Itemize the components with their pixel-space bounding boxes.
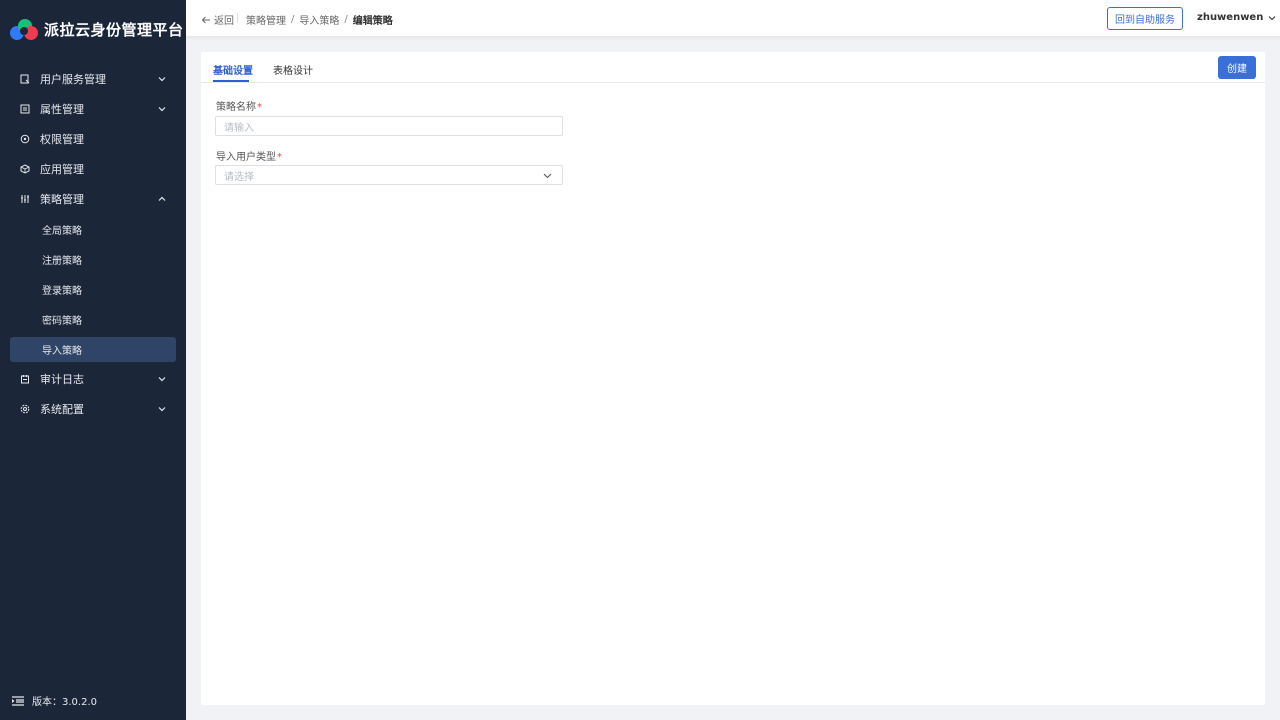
chevron-down-icon: [543, 173, 552, 179]
sidebar-item-system-config[interactable]: 系统配置: [0, 394, 186, 424]
chevron-down-icon: [158, 107, 166, 112]
username: zhuwenwen: [1197, 12, 1264, 23]
sidebar-item-label: 系统配置: [40, 403, 84, 416]
breadcrumb-current: 编辑策略: [352, 16, 393, 27]
policy-name-input[interactable]: 请输入: [215, 116, 563, 136]
attribute-icon: [20, 104, 30, 114]
tab-bar: 基础设置 表格设计 创建: [201, 52, 1265, 83]
sidebar-subitem-register-policy[interactable]: 注册策略: [0, 244, 186, 274]
sidebar-subitem-label: 导入策略: [42, 345, 82, 357]
import-user-type-label-text: 导入用户类型: [216, 152, 276, 163]
sidebar-item-attribute[interactable]: 属性管理: [0, 94, 186, 124]
sidebar-item-label: 策略管理: [40, 193, 84, 206]
sidebar-subitem-import-policy[interactable]: 导入策略: [10, 336, 176, 362]
sidebar-subitem-label: 全局策略: [42, 225, 82, 237]
breadcrumb-item[interactable]: 导入策略: [299, 12, 339, 27]
sidebar-subitem-login-policy[interactable]: 登录策略: [0, 274, 186, 304]
create-button[interactable]: 创建: [1218, 56, 1256, 79]
permission-icon: [20, 134, 30, 144]
top-header: 返回 策略管理 / 导入策略 / 编辑策略 回到自助服务 zhuwenwen: [186, 0, 1280, 37]
sidebar: 派拉云身份管理平台 用户服务管理 属性管理 权限管理 应用管理 策略管理 全局策…: [0, 0, 186, 720]
collapse-menu-icon[interactable]: [12, 695, 24, 706]
tab-active-indicator: [213, 80, 249, 82]
audit-log-icon: [20, 374, 30, 384]
chevron-down-icon: [158, 77, 166, 82]
sidebar-item-policy[interactable]: 策略管理: [0, 184, 186, 214]
tab-basic-settings[interactable]: 基础设置: [213, 62, 253, 77]
sidebar-subitem-password-policy[interactable]: 密码策略: [0, 304, 186, 334]
sidebar-subitem-label: 登录策略: [42, 285, 82, 297]
user-menu[interactable]: zhuwenwen: [1197, 12, 1277, 23]
back-label: 返回: [214, 16, 234, 27]
version-label: 版本：3.0.2.0: [32, 697, 97, 708]
sidebar-item-audit-log[interactable]: 审计日志: [0, 364, 186, 394]
brand-title: 派拉云身份管理平台: [44, 20, 184, 39]
breadcrumb-separator: /: [344, 14, 348, 25]
sidebar-item-label: 审计日志: [40, 373, 84, 386]
sidebar-menu: 用户服务管理 属性管理 权限管理 应用管理 策略管理 全局策略 注册策略 登录策…: [0, 64, 186, 424]
sidebar-item-permission[interactable]: 权限管理: [0, 124, 186, 154]
sidebar-item-application[interactable]: 应用管理: [0, 154, 186, 184]
brand-logo-icon: [10, 17, 38, 41]
sidebar-subitem-label: 注册策略: [42, 255, 82, 267]
sidebar-subitem-global-policy[interactable]: 全局策略: [0, 214, 186, 244]
policy-name-label: 策略名称*: [216, 98, 262, 113]
chevron-up-icon: [158, 196, 166, 201]
chevron-down-icon: [158, 377, 166, 382]
policy-name-placeholder: 请输入: [224, 122, 254, 134]
tab-table-design[interactable]: 表格设计: [273, 62, 313, 77]
policy-icon: [20, 194, 30, 204]
sidebar-item-label: 应用管理: [40, 163, 84, 176]
chevron-down-icon: [1268, 15, 1276, 20]
arrow-left-icon: [201, 16, 210, 23]
user-service-icon: [20, 74, 30, 84]
header-divider: [237, 13, 238, 23]
import-user-type-label: 导入用户类型*: [216, 148, 282, 163]
version-info: 版本：3.0.2.0: [12, 693, 97, 708]
self-service-button[interactable]: 回到自助服务: [1107, 7, 1183, 30]
required-mark: *: [277, 152, 282, 163]
sidebar-item-label: 权限管理: [40, 133, 84, 146]
chevron-down-icon: [158, 407, 166, 412]
system-config-icon: [20, 404, 30, 414]
sidebar-subitem-label: 密码策略: [42, 315, 82, 327]
breadcrumb: 策略管理 / 导入策略 / 编辑策略: [246, 12, 393, 27]
brand[interactable]: 派拉云身份管理平台: [10, 16, 184, 42]
import-user-type-select[interactable]: 请选择: [215, 165, 563, 185]
breadcrumb-item[interactable]: 策略管理: [246, 12, 286, 27]
application-icon: [20, 164, 30, 174]
back-button[interactable]: 返回: [201, 12, 234, 27]
sidebar-item-label: 用户服务管理: [40, 73, 106, 86]
policy-name-label-text: 策略名称: [216, 102, 256, 113]
sidebar-item-label: 属性管理: [40, 103, 84, 116]
required-mark: *: [257, 102, 262, 113]
sidebar-item-user-service[interactable]: 用户服务管理: [0, 64, 186, 94]
breadcrumb-separator: /: [291, 14, 295, 25]
main-card: 基础设置 表格设计 创建 策略名称* 请输入 导入用户类型* 请选择: [201, 52, 1265, 705]
import-user-type-placeholder: 请选择: [224, 171, 254, 183]
